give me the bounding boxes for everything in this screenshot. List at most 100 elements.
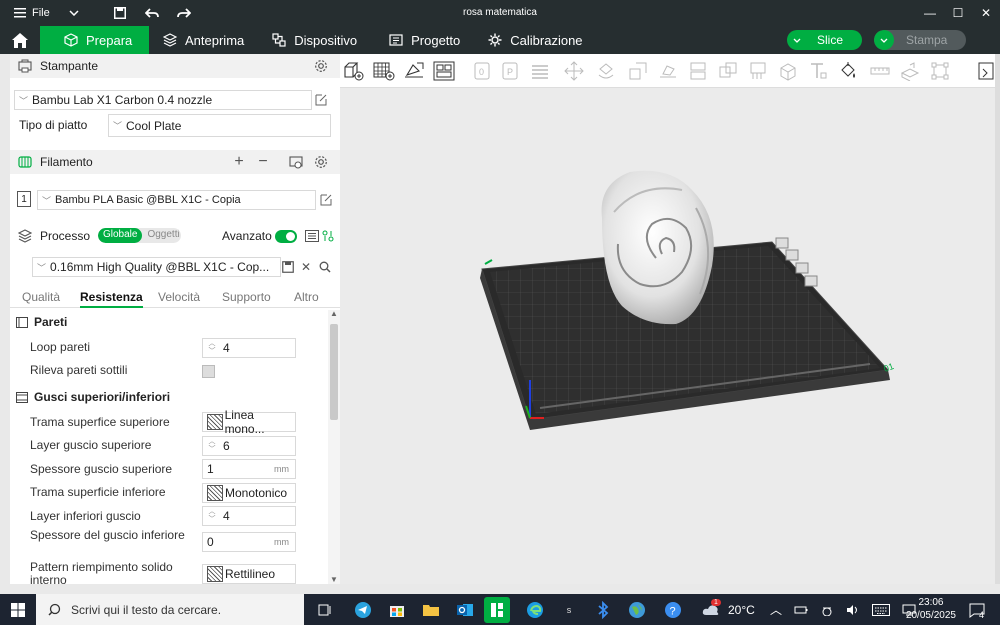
taskbar-search-box[interactable]: Scrivi qui il testo da cercare. [36,594,304,625]
filament-select[interactable]: ﹀ Bambu PLA Basic @BBL X1C - Copia [37,190,316,210]
rose-model[interactable] [601,170,714,325]
telegram-app[interactable] [350,597,376,623]
3d-viewport[interactable]: 01 [340,88,995,584]
globe-app[interactable] [624,597,650,623]
arrange-tool[interactable] [432,60,456,82]
printer-select[interactable]: ﹀ Bambu Lab X1 Carbon 0.4 nozzle [14,90,312,110]
redo-button[interactable] [170,0,198,26]
assembly-tool[interactable] [898,60,922,82]
scroll-up-icon[interactable]: ▲ [330,309,338,318]
process-profile-select[interactable]: ﹀ 0.16mm High Quality @BBL X1C - Cop... [32,257,281,277]
scope-global-button[interactable]: Globale [98,228,143,243]
scroll-down-icon[interactable]: ▼ [330,575,338,584]
bambu-studio-app[interactable] [484,597,510,623]
weather-widget[interactable]: 1 20°C [702,594,755,625]
close-button[interactable]: ✕ [972,0,1000,26]
support-paint-tool[interactable] [746,60,770,82]
file-explorer-app[interactable] [418,597,444,623]
scribus-app[interactable]: s [556,597,582,623]
tab-anteprima[interactable]: Anteprima [149,26,258,54]
advanced-toggle[interactable] [275,230,297,243]
add-filament-button[interactable]: + [231,153,247,170]
task-view-button[interactable] [312,597,338,623]
home-button[interactable] [0,26,40,54]
start-button[interactable] [0,594,36,625]
color-paint-tool[interactable] [836,60,860,82]
add-plate-tool[interactable] [372,60,396,82]
top-pattern-select[interactable]: Linea mono... [202,408,296,436]
keyboard-icon[interactable] [872,603,891,616]
undo-button[interactable] [138,0,166,26]
tab-dispositivo[interactable]: Dispositivo [258,26,371,54]
notification-center-button[interactable]: 4 [964,597,990,623]
print-options-button[interactable] [874,30,894,50]
tab-qualita[interactable]: Qualità [22,290,60,304]
bounding-box-tool[interactable] [928,60,952,82]
outlook-app[interactable] [452,597,478,623]
text-tool[interactable] [806,60,830,82]
tab-calibrazione[interactable]: Calibrazione [474,26,596,54]
add-object-tool[interactable] [342,60,366,82]
tab-prepara[interactable]: Prepara [40,26,149,54]
scope-objects-button[interactable]: Oggetti [142,228,181,243]
wall-loops-input[interactable]: ︿ ﹀ 4 [202,338,296,358]
help-app[interactable]: ? [660,597,686,623]
tab-altro[interactable]: Altro [294,290,319,304]
tray-expand-button[interactable]: ︿ [770,601,782,618]
minimize-button[interactable]: — [916,0,944,26]
network-icon[interactable] [820,604,834,616]
process-list-button[interactable] [304,228,320,244]
file-menu-button[interactable]: File [8,0,56,26]
split-objects-tool[interactable]: 0 [470,60,494,82]
orient-tool[interactable] [402,60,426,82]
bottom-thickness-input[interactable]: 0 mm [202,532,296,552]
layers-tool[interactable] [528,60,552,82]
filament-sync-button[interactable] [288,154,304,170]
print-button[interactable]: Stampa [874,30,966,50]
thin-walls-checkbox[interactable] [202,365,215,378]
edge-app[interactable] [522,597,548,623]
filament-settings-button[interactable] [313,154,329,170]
printer-edit-button[interactable] [313,92,329,108]
slice-options-button[interactable] [787,30,807,50]
top-thickness-input[interactable]: 1 mm [202,459,296,479]
bluetooth-app[interactable] [590,597,616,623]
rotate-tool[interactable] [594,60,618,82]
taskbar-clock[interactable]: 23:06 20/05/2025 [906,596,956,622]
bottom-pattern-select[interactable]: Monotonico [202,483,296,503]
cut-tool[interactable] [686,60,710,82]
save-button[interactable] [106,0,134,26]
measure-tool[interactable] [868,60,892,82]
filament-slot-number[interactable]: 1 [17,191,31,207]
printer-settings-button[interactable] [313,58,329,74]
tab-supporto[interactable]: Supporto [222,290,271,304]
tab-velocita[interactable]: Velocità [158,290,200,304]
settings-scrollbar[interactable]: ▲ ▼ [328,309,340,584]
profile-search-button[interactable] [317,259,333,275]
plate-type-select[interactable]: ﹀ Cool Plate [108,114,331,137]
infill-pattern-label: Pattern riempimento solido interno [30,560,173,585]
top-layers-input[interactable]: ︿ ﹀ 6 [202,436,296,456]
filament-edit-button[interactable] [318,192,334,208]
seam-paint-tool[interactable] [776,60,800,82]
tab-resistenza[interactable]: Resistenza [80,290,143,308]
store-app[interactable] [384,597,410,623]
scrollbar-thumb[interactable] [330,324,338,420]
battery-icon[interactable] [794,605,808,615]
boolean-tool[interactable] [716,60,740,82]
scale-tool[interactable] [626,60,650,82]
volume-icon[interactable] [846,604,860,616]
tab-progetto[interactable]: Progetto [375,26,474,54]
menu-dropdown-button[interactable] [60,0,88,26]
infill-pattern-select[interactable]: Rettilineo [202,564,296,584]
lay-on-face-tool[interactable] [656,60,680,82]
move-tool[interactable] [562,60,586,82]
profile-reset-button[interactable]: ✕ [298,259,314,275]
remove-filament-button[interactable]: − [255,153,271,170]
slice-button[interactable]: Slice [787,30,862,50]
split-parts-tool[interactable]: P [498,60,522,82]
profile-save-button[interactable] [280,259,296,275]
process-compare-button[interactable] [320,228,336,244]
maximize-button[interactable]: ☐ [944,0,972,26]
bottom-layers-input[interactable]: ︿ ﹀ 4 [202,506,296,526]
